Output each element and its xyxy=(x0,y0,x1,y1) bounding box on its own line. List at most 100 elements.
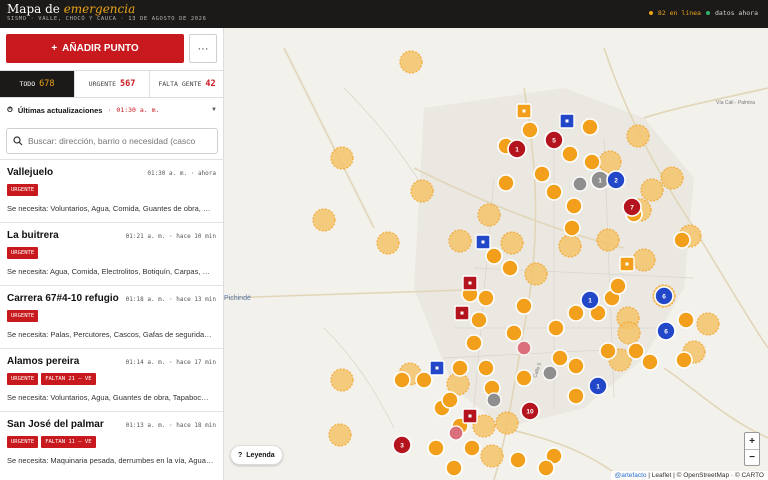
point-marker[interactable] xyxy=(561,145,579,163)
cluster-halo[interactable] xyxy=(399,50,423,74)
cluster-halo[interactable] xyxy=(330,146,354,170)
point-marker[interactable] xyxy=(677,311,695,329)
cluster-halo[interactable] xyxy=(626,124,650,148)
point-marker[interactable] xyxy=(470,311,488,329)
list-item[interactable]: San José del palmar 01:13 a. m. · hace 1… xyxy=(0,411,223,474)
zoom-in-button[interactable]: + xyxy=(745,433,759,449)
point-marker[interactable] xyxy=(567,357,585,375)
tab-todo[interactable]: TODO 678 xyxy=(0,71,75,97)
legend-label: Leyenda xyxy=(246,451,275,459)
status-badge: URGENTE xyxy=(7,247,39,259)
item-time: 01:13 a. m. xyxy=(125,422,166,429)
point-marker[interactable] xyxy=(427,439,445,457)
point-marker[interactable] xyxy=(521,121,539,139)
point-marker[interactable] xyxy=(583,153,601,171)
cluster-halo[interactable] xyxy=(376,231,400,255)
point-marker[interactable] xyxy=(551,349,569,367)
tab-urgente-count: 567 xyxy=(120,79,136,89)
add-point-button[interactable]: + AÑADIR PUNTO xyxy=(6,34,184,63)
search-input[interactable] xyxy=(28,136,208,146)
item-badges: URGENTE FALTAN 11 — VE xyxy=(7,436,96,448)
secondary-marker[interactable] xyxy=(516,340,532,356)
cluster-halo[interactable] xyxy=(632,248,656,272)
point-marker[interactable] xyxy=(463,439,481,457)
secondary-marker[interactable] xyxy=(572,176,588,192)
search-box[interactable] xyxy=(6,128,218,154)
point-marker[interactable] xyxy=(567,304,585,322)
cluster-halo[interactable] xyxy=(477,203,501,227)
list-item[interactable]: Alamos pereira 01:14 a. m. · hace 17 min… xyxy=(0,348,223,411)
cluster-halo[interactable] xyxy=(640,178,664,202)
point-marker[interactable] xyxy=(673,231,691,249)
cluster-halo[interactable] xyxy=(480,444,504,468)
app-subtitle: SISMO · VALLE, CHOCÓ Y CAUCA · 13 DE AGO… xyxy=(7,16,207,22)
cluster-halo[interactable] xyxy=(596,228,620,252)
point-marker[interactable] xyxy=(505,324,523,342)
point-marker[interactable] xyxy=(451,359,469,377)
cluster-halo[interactable] xyxy=(328,423,352,447)
tab-todo-count: 678 xyxy=(39,79,55,89)
point-marker[interactable] xyxy=(477,289,495,307)
attribution-link[interactable]: @artefacto xyxy=(615,472,647,479)
point-marker[interactable] xyxy=(609,277,627,295)
point-marker[interactable] xyxy=(627,342,645,360)
missing-people-badge: FALTAN 21 — VE xyxy=(41,373,96,385)
point-marker[interactable] xyxy=(537,459,555,477)
cluster-halo[interactable] xyxy=(495,411,519,435)
cluster-halo[interactable] xyxy=(617,321,641,345)
point-marker[interactable] xyxy=(547,319,565,337)
cluster-halo[interactable] xyxy=(500,231,524,255)
resource-marker-dot xyxy=(468,414,472,418)
data-status: datos ahora xyxy=(714,9,758,17)
point-marker[interactable] xyxy=(581,118,599,136)
cluster-halo[interactable] xyxy=(696,312,720,336)
cluster-halo[interactable] xyxy=(410,179,434,203)
point-marker[interactable] xyxy=(599,342,617,360)
point-marker[interactable] xyxy=(445,459,463,477)
point-marker[interactable] xyxy=(441,391,459,409)
tab-falta-gente[interactable]: FALTA GENTE 42 xyxy=(150,71,223,97)
secondary-marker[interactable] xyxy=(448,425,464,441)
cluster-halo[interactable] xyxy=(524,262,548,286)
cluster-halo[interactable] xyxy=(448,229,472,253)
map-view[interactable]: Pichindé Vía Cali - Palmira Calle 5 1571… xyxy=(224,28,768,480)
point-marker[interactable] xyxy=(393,371,411,389)
point-marker[interactable] xyxy=(477,359,495,377)
cluster-halo[interactable] xyxy=(558,234,582,258)
point-marker[interactable] xyxy=(641,353,659,371)
cluster-halo[interactable] xyxy=(660,166,684,190)
point-marker[interactable] xyxy=(485,247,503,265)
item-need: Se necesita: Voluntarios, Agua, Guantes … xyxy=(7,393,209,402)
point-marker[interactable] xyxy=(509,451,527,469)
cluster-count: 10 xyxy=(526,408,534,415)
cluster-halo[interactable] xyxy=(312,208,336,232)
point-marker[interactable] xyxy=(567,387,585,405)
secondary-marker[interactable] xyxy=(486,392,502,408)
more-options-button[interactable]: ··· xyxy=(189,34,217,63)
zoom-out-button[interactable]: − xyxy=(745,449,759,465)
point-marker[interactable] xyxy=(533,165,551,183)
cluster-halo[interactable] xyxy=(598,150,622,174)
tab-urgente[interactable]: URGENTE 567 xyxy=(75,71,150,97)
point-marker[interactable] xyxy=(465,334,483,352)
item-need: Se necesita: Maquinaria pesada, derrumbe… xyxy=(7,456,214,465)
list-item[interactable]: Vallejuelo 01:30 a. m. · ahora URGENTE S… xyxy=(0,159,223,222)
legend-button[interactable]: ? Leyenda xyxy=(230,445,283,465)
item-ago: hace 13 min xyxy=(176,296,216,303)
list-item[interactable]: La buitrera 01:21 a. m. · hace 10 min UR… xyxy=(0,222,223,285)
secondary-marker[interactable] xyxy=(542,365,558,381)
point-marker[interactable] xyxy=(501,259,519,277)
ellipsis-icon: ··· xyxy=(197,42,209,55)
point-marker[interactable] xyxy=(563,219,581,237)
map-canvas[interactable]: Pichindé Vía Cali - Palmira Calle 5 1571… xyxy=(224,28,768,480)
updates-toggle[interactable]: ⏱ Últimas actualizaciones · 01:30 a. m. … xyxy=(0,98,223,122)
app-title-plain: Mapa de xyxy=(7,2,60,16)
point-marker[interactable] xyxy=(675,351,693,369)
cluster-halo[interactable] xyxy=(330,368,354,392)
point-marker[interactable] xyxy=(515,369,533,387)
point-marker[interactable] xyxy=(515,297,533,315)
list-item[interactable]: Carrera 67#4-10 refugio 01:18 a. m. · ha… xyxy=(0,285,223,348)
point-marker[interactable] xyxy=(545,183,563,201)
point-marker[interactable] xyxy=(497,174,515,192)
point-marker[interactable] xyxy=(565,197,583,215)
